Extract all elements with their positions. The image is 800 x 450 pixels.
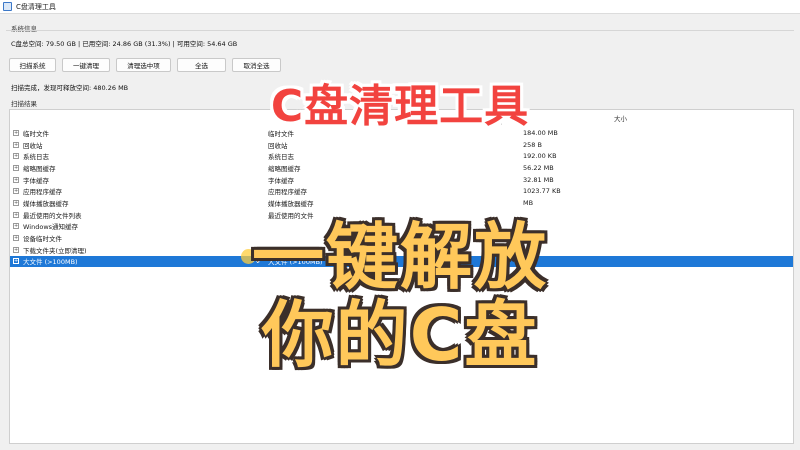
row-name: 媒体播放器缓存 (23, 199, 69, 208)
row-size: 56.22 MB (523, 163, 554, 172)
row-name: 字体缓存 (23, 176, 49, 185)
expand-icon[interactable]: + (13, 129, 19, 136)
expand-icon[interactable]: + (13, 211, 19, 218)
row-name: Windows通知缓存 (23, 223, 79, 232)
system-info-divider (6, 30, 794, 31)
title-bar: C盘清理工具 (0, 0, 800, 14)
row-name: 大文件 (>100MB) (23, 258, 78, 267)
row-name: 应用程序缓存 (23, 188, 62, 197)
headline-line-3: 你的C盘 (261, 293, 539, 377)
row-name: 缩略图缓存 (23, 164, 56, 173)
tree-row[interactable]: + 应用程序缓存 应用程序缓存 1023.77 KB (10, 185, 793, 197)
app-icon (3, 2, 12, 11)
expand-icon[interactable]: + (13, 141, 19, 148)
select-all-button[interactable]: 全选 (177, 58, 226, 72)
row-name: 下载文件夹(立即清理) (23, 246, 87, 255)
row-size: 192.00 KB (523, 152, 557, 161)
scan-button[interactable]: 扫描系统 (9, 58, 56, 72)
expand-icon[interactable]: + (13, 188, 19, 195)
row-size: 258 B (523, 140, 542, 149)
tree-row[interactable]: + 回收站 回收站 258 B (10, 139, 793, 151)
row-type: 缩略图缓存 (268, 164, 301, 173)
row-name: 回收站 (23, 141, 43, 150)
expand-icon[interactable]: + (13, 153, 19, 160)
window-title: C盘清理工具 (16, 2, 56, 11)
row-type: 字体缓存 (268, 176, 294, 185)
one-click-clean-button[interactable]: 一键清理 (62, 58, 110, 72)
expand-icon[interactable]: + (13, 223, 19, 230)
row-name: 临时文件 (23, 129, 49, 138)
expand-icon[interactable]: + (13, 176, 19, 183)
results-label: 扫描结果 (11, 100, 37, 108)
status-text: 扫描完成，发现可释放空间: 480.26 MB (11, 84, 129, 92)
system-info-label: 系统信息 (11, 25, 37, 33)
expand-icon[interactable]: + (13, 199, 19, 206)
tree-row[interactable]: + 字体缓存 字体缓存 32.81 MB (10, 174, 793, 186)
expand-icon[interactable]: + (13, 164, 19, 171)
row-size: 32.81 MB (523, 175, 554, 184)
tree-row[interactable]: + 系统日志 系统日志 192.00 KB (10, 150, 793, 162)
row-type: 应用程序缓存 (268, 188, 307, 197)
expand-icon[interactable]: + (13, 258, 19, 265)
clean-selected-button[interactable]: 清理选中项 (116, 58, 171, 72)
row-name: 系统日志 (23, 153, 49, 162)
disk-summary: C盘总空间: 79.50 GB | 已用空间: 24.86 GB (31.3%)… (11, 40, 238, 48)
row-type: 系统日志 (268, 153, 294, 162)
row-name: 设备临时文件 (23, 235, 62, 244)
expand-icon[interactable]: + (13, 235, 19, 242)
row-type: 回收站 (268, 141, 288, 150)
column-size-header[interactable]: 大小 (614, 113, 627, 123)
headline-title: C盘清理工具 (270, 81, 530, 132)
row-size: 1023.77 KB (523, 187, 561, 196)
expand-icon[interactable]: + (13, 246, 19, 253)
row-name: 最近使用的文件列表 (23, 211, 82, 220)
tree-row[interactable]: + 缩略图缓存 缩略图缓存 56.22 MB (10, 162, 793, 174)
